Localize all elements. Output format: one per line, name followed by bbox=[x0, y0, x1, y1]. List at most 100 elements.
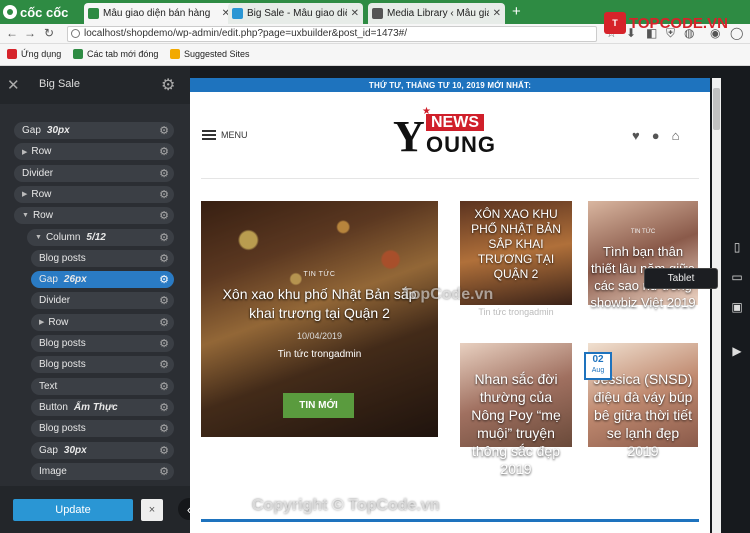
hero-title[interactable]: Xôn xao khu phố Nhật Bản sắp khai trương… bbox=[209, 285, 430, 323]
browser-tab-1[interactable]: Mẫu giao diện bán hàng ✕ bbox=[84, 3, 234, 24]
tree-item-blog-posts[interactable]: Blog posts ⚙ bbox=[31, 335, 174, 352]
tree-item-blog-posts[interactable]: Blog posts ⚙ bbox=[31, 249, 174, 267]
gear-icon[interactable]: ⚙ bbox=[159, 188, 169, 201]
sidebar-header: ✕ Big Sale ⚙ bbox=[0, 66, 190, 104]
browser-tab-3[interactable]: Media Library ‹ Mẫu giao d ✕ bbox=[368, 3, 505, 24]
tree-item-sublabel: 26px bbox=[63, 274, 87, 286]
url-input[interactable]: localhost/shopdemo/wp-admin/edit.php?pag… bbox=[67, 26, 597, 42]
tree-item-blog-posts[interactable]: Blog posts ⚙ bbox=[31, 356, 174, 374]
browser-tab-2[interactable]: Big Sale - Mẫu giao diện b ✕ bbox=[228, 3, 363, 24]
preview-frame: THỨ TƯ, THÁNG TƯ 10, 2019 MỚI NHẤT: MENU… bbox=[190, 78, 710, 533]
tree-item-button[interactable]: Button Ẩm Thực ⚙ bbox=[31, 398, 174, 416]
forward-icon[interactable]: → bbox=[24, 26, 36, 40]
badge-day: 02 bbox=[592, 354, 604, 365]
tab-close-icon[interactable]: ✕ bbox=[351, 8, 359, 19]
tin-moi-button[interactable]: TIN MỚI bbox=[283, 393, 354, 418]
gear-icon[interactable]: ⚙ bbox=[159, 401, 169, 414]
bookmark-suggested[interactable]: Suggested Sites bbox=[170, 49, 250, 59]
tree-item-label: Blog posts bbox=[39, 423, 86, 435]
gear-icon[interactable]: ⚙ bbox=[159, 231, 169, 244]
tree-item-label: Button bbox=[39, 401, 68, 413]
topcode-watermark-logo: T TOPCODE.VN bbox=[604, 12, 728, 34]
gear-icon[interactable]: ⚙ bbox=[159, 294, 169, 307]
tab-favicon-icon bbox=[372, 8, 383, 19]
tree-item-row[interactable]: ▶ Row ⚙ bbox=[14, 185, 174, 203]
caret-right-icon[interactable]: ▶ bbox=[22, 148, 27, 156]
gear-icon[interactable]: ⚙ bbox=[159, 358, 169, 371]
gear-icon[interactable]: ⚙ bbox=[159, 124, 169, 137]
gear-icon[interactable]: ⚙ bbox=[161, 75, 175, 95]
mobile-icon[interactable]: ▯ bbox=[730, 240, 744, 254]
basket-icon[interactable]: ⌂ bbox=[672, 128, 680, 143]
gear-icon[interactable]: ⚙ bbox=[159, 316, 169, 329]
tree-item-label: Divider bbox=[39, 295, 71, 307]
menu-icon[interactable]: ◯ bbox=[730, 26, 743, 40]
tree-item-sublabel: Ẩm Thực bbox=[73, 401, 118, 413]
post-title[interactable]: XÔN XAO KHU PHỐ NHẬT BẢN SẮP KHAI TRƯƠNG… bbox=[462, 207, 570, 282]
gear-icon[interactable]: ⚙ bbox=[159, 465, 169, 478]
menu-label: MENU bbox=[221, 130, 248, 140]
gear-icon[interactable]: ⚙ bbox=[159, 422, 169, 435]
site-logo[interactable]: Y ★ NEWS OUNG bbox=[391, 106, 506, 163]
gear-icon[interactable]: ⚙ bbox=[159, 145, 169, 158]
post-title[interactable]: Nhan sắc đời thường của Nông Poy “mẹ muộ… bbox=[462, 370, 570, 478]
discard-button[interactable]: × bbox=[141, 499, 163, 521]
caret-down-icon[interactable]: ▼ bbox=[22, 212, 29, 219]
hero-post[interactable]: TIN TỨC Xôn xao khu phố Nhật Bản sắp kha… bbox=[201, 201, 438, 437]
menu-toggle[interactable]: MENU bbox=[202, 130, 248, 140]
bookmarks-bar: Ứng dụng Các tab mới đóng Suggested Site… bbox=[0, 44, 750, 66]
site-info-icon[interactable] bbox=[71, 29, 80, 38]
browser-brand[interactable]: cốc cốc bbox=[3, 2, 68, 22]
gear-icon[interactable]: ⚙ bbox=[159, 209, 169, 222]
screen: cốc cốc Mẫu giao diện bán hàng ✕ Big Sal… bbox=[0, 0, 750, 533]
gear-icon[interactable]: ⚙ bbox=[159, 252, 169, 265]
watermark-center: TopCode.vn bbox=[402, 286, 494, 303]
tree-item-divider[interactable]: Divider ⚙ bbox=[31, 292, 174, 310]
header-divider bbox=[201, 178, 699, 179]
tree-item-blog-posts[interactable]: Blog posts ⚙ bbox=[31, 420, 174, 438]
bookmark-label: Ứng dụng bbox=[21, 49, 62, 59]
gear-icon[interactable]: ⚙ bbox=[159, 337, 169, 350]
back-icon[interactable]: ← bbox=[6, 26, 18, 40]
desktop-icon[interactable]: ▣ bbox=[730, 300, 744, 314]
tree-item-image[interactable]: Image ⚙ bbox=[31, 462, 174, 480]
tablet-icon[interactable]: ▭ bbox=[730, 270, 744, 284]
tree-item-row[interactable]: ▼ Row ⚙ bbox=[14, 207, 174, 225]
new-tab-button[interactable]: + bbox=[512, 3, 521, 20]
gear-icon[interactable]: ⚙ bbox=[159, 380, 169, 393]
update-button[interactable]: Update bbox=[13, 499, 133, 521]
bookmark-recent-tabs[interactable]: Các tab mới đóng bbox=[73, 49, 158, 59]
tab-favicon-icon bbox=[88, 8, 99, 19]
gear-icon[interactable]: ⚙ bbox=[159, 444, 169, 457]
tree-item-text[interactable]: Text ⚙ bbox=[31, 377, 174, 395]
tree-item-column[interactable]: ▼ Column 5/12 ⚙ bbox=[27, 228, 174, 246]
bookmark-apps[interactable]: Ứng dụng bbox=[7, 49, 61, 59]
gear-icon[interactable]: ⚙ bbox=[159, 167, 169, 180]
heart-icon[interactable]: ♥ bbox=[632, 128, 640, 143]
sidebar-footer: Update × bbox=[0, 486, 190, 533]
tree-item-gap[interactable]: Gap 26px ⚙ bbox=[31, 271, 174, 289]
apps-grid-icon bbox=[7, 49, 17, 59]
post-title[interactable]: Jessica (SNSD) điệu đà váy búp bê giữa t… bbox=[590, 370, 696, 460]
close-icon[interactable]: ✕ bbox=[7, 76, 20, 94]
tree-item-row[interactable]: ▶ Row ⚙ bbox=[14, 143, 174, 161]
play-icon[interactable]: ▶ bbox=[730, 344, 744, 358]
tree-item-sublabel: 5/12 bbox=[86, 231, 106, 243]
tree-item-row[interactable]: ▶ Row ⚙ bbox=[31, 313, 174, 331]
gear-icon[interactable]: ⚙ bbox=[159, 273, 169, 286]
tab-close-icon[interactable]: ✕ bbox=[493, 8, 501, 19]
reload-icon[interactable]: ↻ bbox=[44, 26, 54, 40]
user-icon[interactable]: ● bbox=[652, 128, 660, 143]
caret-right-icon[interactable]: ▶ bbox=[39, 318, 44, 326]
scrollbar-thumb[interactable] bbox=[713, 88, 720, 130]
caret-right-icon[interactable]: ▶ bbox=[22, 190, 27, 198]
tree-item-label: Row bbox=[31, 188, 52, 200]
preview-scrollbar[interactable] bbox=[712, 78, 721, 533]
tree-item-gap[interactable]: Gap 30px ⚙ bbox=[31, 441, 174, 459]
tree-item-divider[interactable]: Divider ⚙ bbox=[14, 164, 174, 182]
tree-item-sublabel: 30px bbox=[46, 125, 70, 136]
tree-item-sublabel: 30px bbox=[63, 444, 87, 456]
caret-down-icon[interactable]: ▼ bbox=[35, 234, 42, 241]
tree-item-gap[interactable]: Gap 30px ⚙ bbox=[14, 122, 174, 139]
tree-item-label: Text bbox=[39, 380, 58, 392]
